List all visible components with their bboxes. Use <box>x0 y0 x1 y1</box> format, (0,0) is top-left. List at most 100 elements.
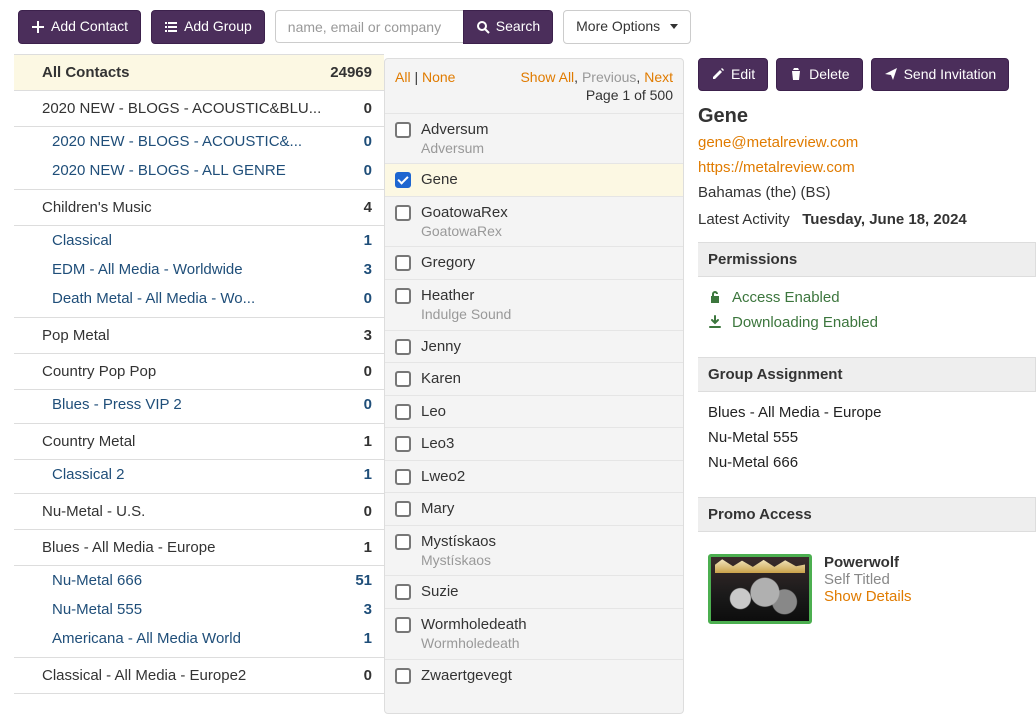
contact-list-item[interactable]: Leo <box>385 395 683 428</box>
show-all-link[interactable]: Show All <box>520 69 574 85</box>
contact-list-item[interactable]: Leo3 <box>385 427 683 460</box>
checkbox[interactable] <box>395 534 411 550</box>
contact-list-item[interactable]: MystískaosMystískaos <box>385 525 683 576</box>
contact-name: Adversum <box>421 120 489 140</box>
search-button[interactable]: Search <box>463 10 553 44</box>
sidebar-subgroup[interactable]: EDM - All Media - Worldwide3 <box>14 255 384 284</box>
sidebar-groups: All Contacts 24969 2020 NEW - BLOGS - ACOU… <box>0 54 384 694</box>
sidebar-item-label: Nu-Metal 555 <box>52 601 142 618</box>
sidebar-item-count: 24969 <box>330 64 372 81</box>
sidebar-group[interactable]: Country Metal1 <box>14 424 384 460</box>
select-none-link[interactable]: None <box>422 69 455 85</box>
contact-name: Gene <box>698 105 1036 128</box>
sidebar-group[interactable]: Children's Music4 <box>14 190 384 226</box>
permission-item: Access Enabled <box>708 289 1030 306</box>
sidebar-group[interactable]: Pop Metal3 <box>14 318 384 354</box>
sidebar-item-count: 0 <box>364 133 372 150</box>
checkbox[interactable] <box>395 436 411 452</box>
sidebar-subgroup[interactable]: Classical 21 <box>14 460 384 489</box>
select-all-link[interactable]: All <box>395 69 411 85</box>
contact-list-item[interactable]: Mary <box>385 492 683 525</box>
sidebar-item-count: 1 <box>364 433 372 450</box>
sidebar-item-label: Blues - Press VIP 2 <box>52 396 182 413</box>
download-icon <box>708 315 724 331</box>
add-contact-label: Add Contact <box>51 17 128 37</box>
page-indicator: Page 1 of 500 <box>395 85 673 109</box>
contact-subtitle: Wormholedeath <box>421 634 527 652</box>
contact-list-item[interactable]: Gregory <box>385 246 683 279</box>
sidebar-subgroup[interactable]: Nu-Metal 5553 <box>14 595 384 624</box>
add-contact-button[interactable]: Add Contact <box>18 10 141 44</box>
contact-list-item[interactable]: AdversumAdversum <box>385 113 683 164</box>
sidebar-group[interactable]: Blues - All Media - Europe1 <box>14 530 384 566</box>
sidebar-item-all-contacts[interactable]: All Contacts 24969 <box>14 55 384 91</box>
sidebar-group[interactable]: 2020 NEW - BLOGS - ACOUSTIC&BLU...0 <box>14 91 384 127</box>
sidebar-item-count: 1 <box>364 466 372 483</box>
sidebar-subgroup[interactable]: Nu-Metal 66651 <box>14 566 384 595</box>
contact-list-item[interactable]: Karen <box>385 362 683 395</box>
sidebar-item-label: 2020 NEW - BLOGS - ALL GENRE <box>52 162 286 179</box>
contact-list-item[interactable]: Suzie <box>385 575 683 608</box>
contact-name: Karen <box>421 369 461 389</box>
delete-button[interactable]: Delete <box>776 58 862 92</box>
search-group: Search <box>275 10 553 44</box>
sidebar-group[interactable]: Classical - All Media - Europe20 <box>14 658 384 694</box>
more-options-button[interactable]: More Options <box>563 10 691 44</box>
caret-down-icon <box>670 24 678 29</box>
sidebar-item-label: Nu-Metal - U.S. <box>42 503 145 520</box>
sidebar-subgroup[interactable]: 2020 NEW - BLOGS - ACOUSTIC&...0 <box>14 127 384 156</box>
send-invitation-label: Send Invitation <box>904 65 997 85</box>
promo-thumbnail[interactable] <box>708 554 812 624</box>
sidebar-group[interactable]: Nu-Metal - U.S.0 <box>14 494 384 530</box>
checkbox[interactable] <box>395 668 411 684</box>
contact-list-item[interactable]: GoatowaRexGoatowaRex <box>385 196 683 247</box>
checkbox[interactable] <box>395 255 411 271</box>
group-assignment-item: Nu-Metal 555 <box>708 429 1030 446</box>
promo-show-details[interactable]: Show Details <box>824 588 912 605</box>
send-invitation-button[interactable]: Send Invitation <box>871 58 1010 92</box>
next-link[interactable]: Next <box>644 69 673 85</box>
checkbox[interactable] <box>395 205 411 221</box>
sidebar-item-count: 1 <box>364 630 372 647</box>
contact-name: Wormholedeath <box>421 615 527 635</box>
sidebar-item-count: 1 <box>364 232 372 249</box>
checkbox[interactable] <box>395 617 411 633</box>
add-group-button[interactable]: Add Group <box>151 10 265 44</box>
activity-value: Tuesday, June 18, 2024 <box>802 211 967 228</box>
group-assignment-item: Nu-Metal 666 <box>708 454 1030 471</box>
sidebar-subgroup[interactable]: 2020 NEW - BLOGS - ALL GENRE0 <box>14 156 384 185</box>
checkbox[interactable] <box>395 371 411 387</box>
search-input[interactable] <box>275 10 463 43</box>
sidebar-item-label: Death Metal - All Media - Wo... <box>52 290 255 307</box>
checkbox[interactable] <box>395 404 411 420</box>
checkbox[interactable] <box>395 172 411 188</box>
contact-subtitle: GoatowaRex <box>421 222 508 240</box>
contact-list-item[interactable]: Lweo2 <box>385 460 683 493</box>
contact-list-item[interactable]: Gene <box>385 163 683 196</box>
sidebar-subgroup[interactable]: Classical1 <box>14 226 384 255</box>
sidebar-subgroup[interactable]: Americana - All Media World1 <box>14 624 384 653</box>
contact-list-item[interactable]: HeatherIndulge Sound <box>385 279 683 330</box>
edit-button[interactable]: Edit <box>698 58 768 92</box>
contact-list-item[interactable]: Jenny <box>385 330 683 363</box>
checkbox[interactable] <box>395 339 411 355</box>
search-icon <box>476 20 490 34</box>
checkbox[interactable] <box>395 469 411 485</box>
sidebar-item-label: Country Pop Pop <box>42 363 156 380</box>
contact-name: Lweo2 <box>421 467 465 487</box>
contact-email[interactable]: gene@metalreview.com <box>698 134 1036 151</box>
sidebar-subgroup[interactable]: Death Metal - All Media - Wo...0 <box>14 284 384 313</box>
checkbox[interactable] <box>395 288 411 304</box>
sidebar-item-label: All Contacts <box>42 64 130 81</box>
send-icon <box>884 67 898 81</box>
checkbox[interactable] <box>395 122 411 138</box>
checkbox[interactable] <box>395 501 411 517</box>
contact-list-item[interactable]: Zwaertgevegt <box>385 659 683 692</box>
sidebar-group[interactable]: Country Pop Pop0 <box>14 354 384 390</box>
contact-list-item[interactable]: WormholedeathWormholedeath <box>385 608 683 659</box>
contact-location: Bahamas (the) (BS) <box>698 184 1036 201</box>
contact-website[interactable]: https://metalreview.com <box>698 159 1036 176</box>
sidebar-item-count: 51 <box>355 572 372 589</box>
sidebar-subgroup[interactable]: Blues - Press VIP 20 <box>14 390 384 419</box>
checkbox[interactable] <box>395 584 411 600</box>
